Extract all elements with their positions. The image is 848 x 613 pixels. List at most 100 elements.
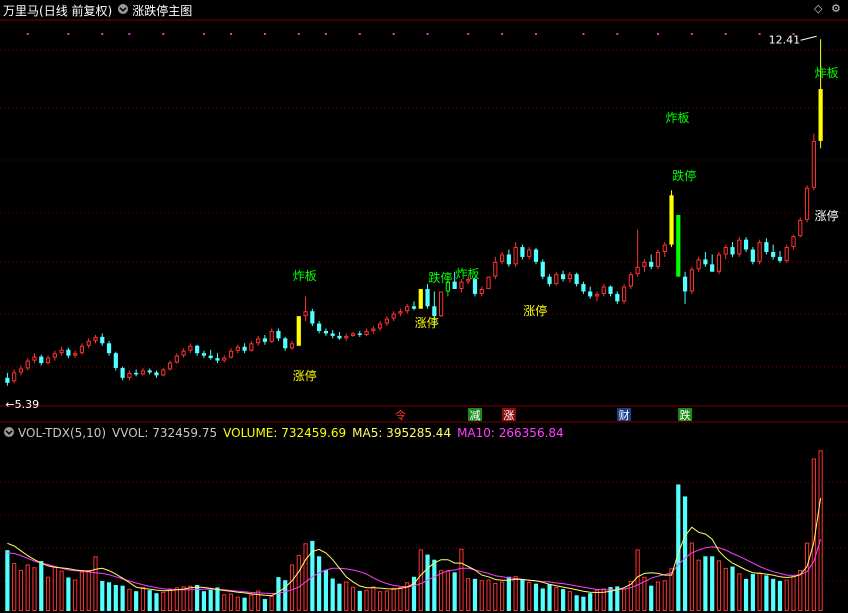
limit-annotation-label: 涨停 [523, 303, 547, 318]
volume-bar-up [93, 556, 98, 612]
volume-bar-down [317, 556, 322, 611]
candle-body [310, 311, 315, 324]
candle-body-up [289, 343, 295, 349]
event-dot [202, 33, 205, 35]
volume-bar-down [432, 559, 437, 611]
volume-bar-down [147, 590, 152, 611]
candle-body-up [655, 251, 661, 267]
volume-bar-down [283, 580, 288, 611]
limit-annotation-label: 炸板 [455, 267, 479, 281]
volume-bar-up [791, 576, 796, 612]
volume-bar-down [520, 579, 525, 611]
volume-bar-up [140, 587, 146, 611]
volume-bar-up [567, 591, 572, 612]
candle-body [506, 254, 511, 265]
candle-body [533, 249, 539, 262]
volume-bar-up [249, 594, 254, 611]
volume-bar-up [181, 586, 186, 611]
candle-body-up [791, 236, 796, 248]
top-dots-row [26, 33, 795, 35]
volume-bar-down [730, 566, 735, 611]
volume-bar-down [533, 583, 539, 611]
candle-body [649, 261, 654, 267]
candle-body-up [188, 345, 193, 351]
volume-bar-up [493, 582, 498, 611]
candle-body [147, 370, 152, 373]
candle-body-up [493, 261, 498, 277]
volume-bar-up [303, 543, 308, 611]
price-volume-chart[interactable]: 12.41←5.39涨停炸板涨停跌停 炸板涨停炸板跌停炸板涨停令减涨财跌 [0, 0, 848, 613]
volume-bar-up [513, 576, 518, 612]
candle-body [676, 214, 681, 277]
event-dot [616, 33, 619, 35]
candle-body [411, 306, 417, 309]
event-dot [128, 33, 131, 35]
volume-bar-up [161, 591, 166, 612]
candle-body-up [594, 293, 600, 297]
event-dot [162, 33, 165, 35]
candle-body [39, 356, 44, 364]
volume-bar-up [784, 579, 789, 612]
candle-body-up [798, 219, 803, 237]
event-marker-label: 跌 [680, 408, 691, 422]
volume-bar-up [222, 594, 227, 612]
limit-annotation-label: 跌停 [672, 168, 696, 183]
candle-body-up [405, 306, 410, 312]
volume-bar-up [127, 588, 132, 612]
candle-body-up [601, 286, 606, 294]
candle-body [520, 247, 525, 257]
candle-body [323, 330, 329, 334]
volume-bar-down [581, 596, 586, 611]
volume-bar-down [66, 577, 71, 611]
event-dot [324, 33, 327, 35]
event-dot [690, 33, 693, 35]
volume-bar-down [703, 556, 708, 611]
candle-body-up [479, 289, 484, 294]
event-dot [758, 33, 761, 35]
candle-body-up [784, 247, 789, 261]
volume-bar-up [269, 595, 274, 612]
candle-body-up [737, 239, 742, 255]
volume-bar-down [743, 578, 749, 611]
candle-body-up [811, 140, 816, 188]
volume-bar-up [662, 580, 667, 611]
limit-annotation-label: 炸板 [666, 111, 690, 125]
event-dot [263, 33, 266, 35]
volume-bar-up [228, 593, 234, 611]
candle-body [296, 316, 301, 346]
volume-bar-up [45, 576, 51, 611]
candle-body-up [32, 356, 37, 361]
limit-annotation-label: 炸板 [815, 66, 839, 80]
candle-body-up [18, 368, 24, 373]
volume-bar-up [737, 573, 742, 612]
candle-body-up [269, 330, 274, 342]
volume-bar-up [174, 587, 179, 611]
event-marker-label: 令 [395, 408, 406, 422]
volume-bar-up [716, 560, 722, 611]
event-marker-label: 减 [469, 409, 480, 422]
candle-body [134, 372, 139, 375]
candle-body [750, 249, 755, 262]
limit-annotation-label: 炸板 [293, 269, 317, 283]
volume-bar-down [120, 585, 125, 611]
volume-bar-down [113, 585, 118, 611]
volume-bar-down [452, 572, 457, 611]
candle-body-up [45, 357, 51, 364]
candle-body-up [804, 187, 810, 220]
volume-bar-down [134, 591, 139, 611]
low-price-label: ←5.39 [5, 398, 39, 411]
limit-annotation-label: 涨停 [415, 315, 439, 330]
candle-body [113, 353, 118, 368]
candle-body [66, 349, 71, 356]
event-dot [67, 33, 70, 35]
volume-bar-down [547, 584, 552, 611]
candle-body [330, 333, 335, 336]
candle-body [472, 279, 478, 294]
volume-bar-up [798, 569, 803, 612]
volume-bar-up [235, 596, 240, 611]
volume-bar-up [466, 578, 471, 612]
candle-body [574, 274, 579, 285]
candle-body [357, 333, 362, 335]
candle-body [764, 242, 769, 252]
candle-body-up [52, 353, 57, 358]
